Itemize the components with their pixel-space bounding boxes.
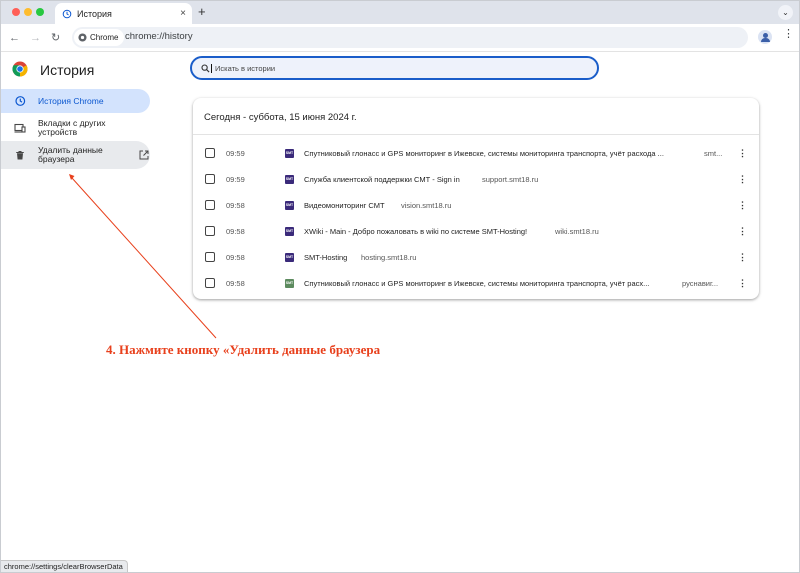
annotation-instruction: 4. Нажмите кнопку «Удалить данные браузе… xyxy=(106,342,381,357)
status-bar-url: chrome://settings/clearBrowserData xyxy=(0,560,128,573)
annotation-arrow xyxy=(69,174,217,339)
